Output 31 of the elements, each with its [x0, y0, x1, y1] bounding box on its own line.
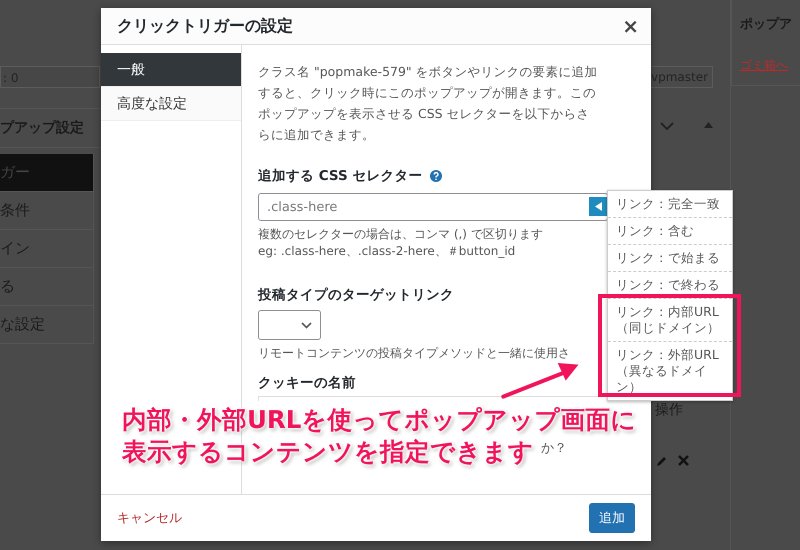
chevron-down-icon	[301, 322, 312, 328]
field-label: 追加する CSS セレクター	[258, 167, 422, 185]
pencil-icon[interactable]	[656, 455, 668, 467]
dropdown-option[interactable]: リンク：で始まる	[608, 245, 732, 272]
dialog-tab[interactable]: 一般	[101, 53, 241, 87]
cancel-link[interactable]: キャンセル	[117, 509, 182, 527]
dropdown-option[interactable]: リンク：外部URL（異なるドメイン）	[608, 342, 732, 400]
caret-icon	[595, 202, 602, 211]
dropdown-option[interactable]: リンク：で終わる	[608, 272, 732, 299]
example-text: eg: .class-here、.class-2-here、＃button_id	[258, 243, 516, 260]
help-text: 複数のセレクターの場合は、コンマ (,) で区切ります	[258, 226, 543, 243]
triangle-up-icon[interactable]	[704, 122, 713, 128]
add-button[interactable]: 追加	[589, 503, 635, 533]
question-text: か？	[541, 440, 567, 457]
close-button[interactable]: ×	[622, 14, 639, 38]
close-icon[interactable]	[678, 455, 689, 466]
dialog-title: クリックトリガーの設定	[117, 16, 293, 36]
select-field[interactable]	[258, 310, 321, 340]
help-text: リモートコンテンツの投稿タイプメソッドと一緒に使用さ	[258, 345, 570, 362]
annotation-caption: 内部・外部URLを使ってポップアップ画面に	[122, 404, 636, 436]
dialog-tab[interactable]: 高度な設定	[101, 87, 241, 121]
dropdown-option[interactable]: リンク：内部URL（同じドメイン）	[608, 299, 732, 342]
dropdown-option[interactable]: リンク：完全一致	[608, 191, 732, 218]
dropdown-option[interactable]: リンク：含む	[608, 218, 732, 245]
chevron-down-icon[interactable]	[660, 122, 674, 131]
field-label: クッキーの名前	[258, 374, 356, 392]
field-label: 投稿タイプのターゲットリンク	[258, 286, 454, 304]
dropdown-toggle-button[interactable]	[589, 197, 608, 216]
help-icon[interactable]	[430, 170, 442, 182]
css-selector-field[interactable]: .class-here	[258, 193, 608, 221]
annotation-caption: 表示するコンテンツを指定できます	[122, 436, 534, 468]
